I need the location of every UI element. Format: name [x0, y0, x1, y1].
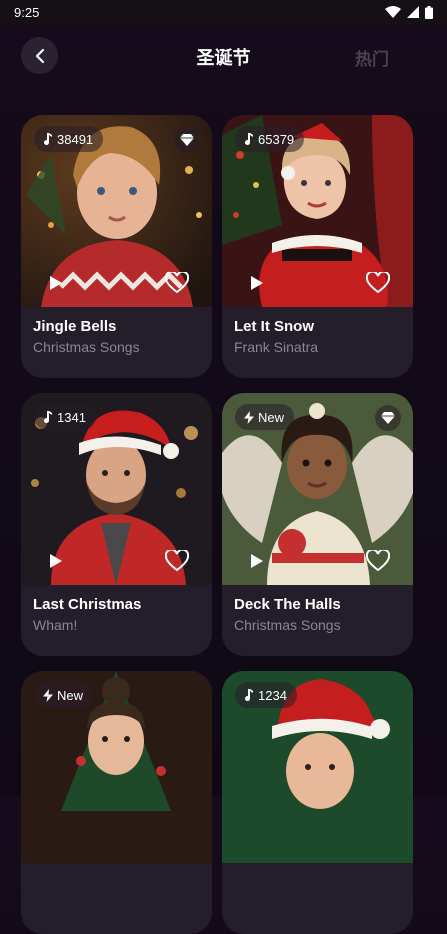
badge-text: New [258, 409, 285, 425]
music-note-icon [245, 688, 253, 701]
new-badge: New [235, 404, 295, 430]
wifi-icon [385, 6, 401, 18]
song-title: Let It Snow [234, 318, 314, 335]
song-card[interactable]: 1234 [222, 671, 413, 934]
song-title: Jingle Bells [33, 318, 117, 335]
music-note-icon [44, 410, 52, 423]
badge-text: New [57, 687, 84, 703]
premium-diamond-icon [174, 127, 200, 153]
song-card[interactable]: 1341 Last Christmas Wham! [21, 393, 212, 656]
play-count-badge: 38491 [34, 126, 104, 152]
song-card[interactable]: New Deck The Halls Christmas Songs [222, 393, 413, 656]
song-card[interactable]: 38491 Jingle Bells Christmas Songs [21, 115, 212, 378]
song-card[interactable]: 65379 Let It Snow Frank Sinatra [222, 115, 413, 378]
header: 圣诞节 热门 [0, 24, 447, 88]
song-artist: Frank Sinatra [234, 339, 319, 355]
status-icons [385, 5, 433, 19]
play-count-badge: 1234 [235, 682, 297, 708]
play-icon[interactable] [250, 553, 264, 569]
heart-icon[interactable] [366, 272, 390, 294]
badge-text: 38491 [57, 131, 94, 147]
song-card[interactable]: New [21, 671, 212, 934]
new-badge: New [34, 682, 94, 708]
tab-hot[interactable]: 热门 [355, 45, 389, 70]
music-note-icon [44, 132, 52, 145]
status-time: 9:25 [14, 4, 40, 20]
heart-icon[interactable] [165, 550, 189, 572]
signal-icon [407, 6, 419, 18]
heart-icon[interactable] [165, 272, 189, 294]
song-artist: Christmas Songs [234, 617, 341, 633]
lightning-icon [244, 410, 254, 424]
premium-diamond-icon [375, 405, 401, 431]
music-note-icon [245, 132, 253, 145]
badge-text: 65379 [258, 131, 295, 147]
battery-icon [425, 5, 433, 19]
song-artist: Christmas Songs [33, 339, 140, 355]
play-icon[interactable] [250, 275, 264, 291]
song-title: Last Christmas [33, 596, 142, 613]
play-icon[interactable] [49, 275, 63, 291]
badge-text: 1234 [258, 687, 287, 703]
play-count-badge: 1341 [34, 404, 96, 430]
heart-icon[interactable] [366, 550, 390, 572]
play-count-badge: 65379 [235, 126, 305, 152]
play-icon[interactable] [49, 553, 63, 569]
lightning-icon [43, 688, 53, 702]
status-bar: 9:25 [0, 0, 447, 24]
song-title: Deck The Halls [234, 596, 341, 613]
badge-text: 1341 [57, 409, 86, 425]
song-artist: Wham! [33, 617, 78, 633]
